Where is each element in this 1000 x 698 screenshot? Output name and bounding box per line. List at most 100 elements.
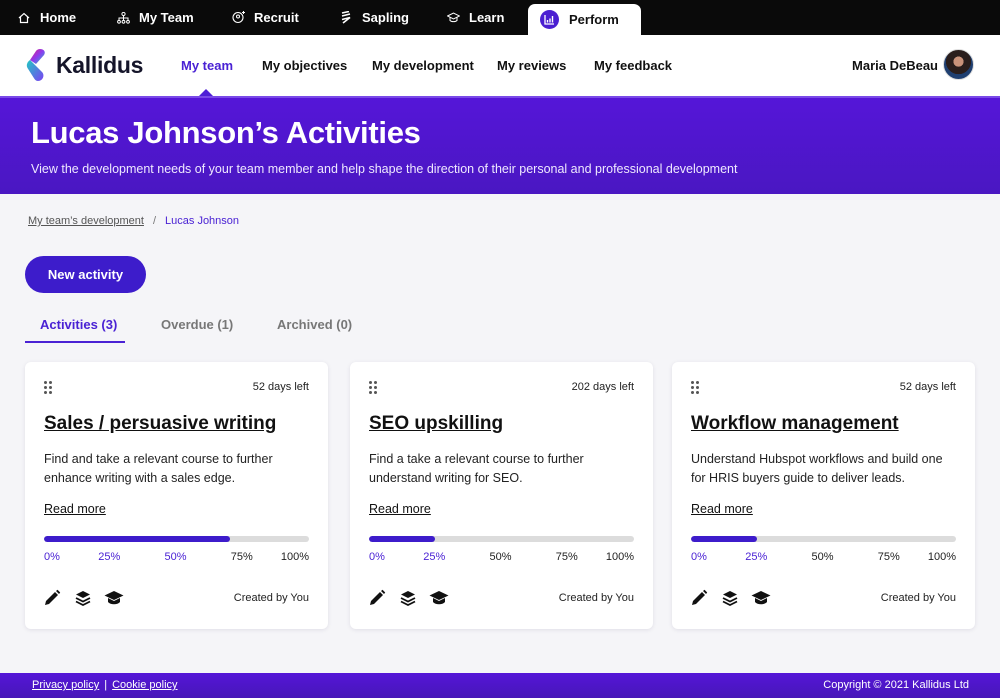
page-hero: Lucas Johnson’s Activities View the deve… [0, 96, 1000, 194]
layers-icon [400, 588, 416, 608]
activity-title-link[interactable]: Sales / persuasive writing [44, 413, 276, 435]
progress-tick-label: 50% [164, 551, 187, 563]
org-chart-icon [116, 11, 130, 25]
app-tab-home[interactable]: Home [17, 0, 76, 35]
activity-title-link[interactable]: SEO upskilling [369, 413, 503, 435]
app-tab-my-team[interactable]: My Team [116, 0, 194, 35]
progress-tick-label: 25% [745, 551, 768, 563]
progress-tick-label: 75% [555, 551, 578, 563]
learning-button[interactable] [751, 588, 776, 608]
tab-archived[interactable]: Archived (0) [277, 317, 352, 332]
progress-bar[interactable] [691, 536, 956, 542]
learning-button[interactable] [104, 588, 129, 608]
progress-ticks: 0% 25% 50% 75% 100% [691, 551, 956, 565]
breadcrumb-parent-link[interactable]: My team’s development [28, 215, 144, 227]
days-left: 202 days left [571, 381, 634, 393]
progress-ticks: 0% 25% 50% 75% 100% [369, 551, 634, 565]
recruit-icon [231, 11, 245, 25]
progress-tick-label: 25% [98, 551, 121, 563]
copyright: Copyright © 2021 Kallidus Ltd [823, 679, 969, 691]
read-more-link[interactable]: Read more [369, 502, 431, 516]
app-tab-learn[interactable]: Learn [446, 0, 504, 35]
progress-fill [691, 536, 758, 542]
tab-activities[interactable]: Activities (3) [40, 317, 117, 332]
nav-my-development[interactable]: My development [372, 58, 474, 73]
progress-tick-label: 50% [811, 551, 834, 563]
page-subtitle: View the development needs of your team … [31, 162, 738, 176]
card-actions [691, 588, 787, 608]
progress-tick-label: 100% [927, 551, 956, 563]
footer-links: Privacy policy | Cookie policy [32, 679, 178, 691]
app-tab-sapling[interactable]: Sapling [339, 0, 409, 35]
active-nav-indicator [199, 89, 213, 96]
activity-description: Find and take a relevant course to furth… [44, 452, 273, 485]
drag-handle-icon[interactable] [44, 381, 52, 394]
progress-bar[interactable] [44, 536, 309, 542]
progress-tick-label: 0% [369, 551, 385, 563]
app-tab-recruit[interactable]: Recruit [231, 0, 299, 35]
sapling-icon [339, 11, 353, 25]
edit-button[interactable] [691, 588, 714, 608]
read-more-link[interactable]: Read more [44, 502, 106, 516]
app-tab-label: Perform [569, 12, 619, 27]
logo-text: Kallidus [56, 51, 144, 78]
card-actions [369, 588, 465, 608]
user-avatar[interactable] [943, 49, 974, 80]
main-header: Kallidus My team My objectives My develo… [0, 35, 1000, 96]
edit-button[interactable] [44, 588, 67, 608]
privacy-policy-link[interactable]: Privacy policy [32, 679, 99, 691]
app-tab-label: Home [40, 10, 77, 25]
activity-description: Understand Hubspot workflows and build o… [691, 452, 943, 485]
activity-description: Find a take a relevant course to further… [369, 452, 584, 485]
home-icon [17, 11, 31, 25]
progress-tick-label: 75% [230, 551, 253, 563]
drag-handle-icon[interactable] [369, 381, 377, 394]
breadcrumb-separator: / [152, 215, 157, 227]
activity-title-link[interactable]: Workflow management [691, 413, 899, 435]
user-name[interactable]: Maria DeBeau [852, 58, 938, 73]
activity-card: 52 days left Workflow management Understan… [672, 362, 975, 629]
graduation-cap-icon [429, 588, 449, 608]
progress-tick-label: 0% [44, 551, 60, 563]
progress-tick-label: 25% [423, 551, 446, 563]
breadcrumb: My team’s development / Lucas Johnson [28, 215, 239, 227]
app-tab-label: Sapling [362, 10, 409, 25]
resources-button[interactable] [75, 588, 98, 608]
resources-button[interactable] [400, 588, 423, 608]
layers-icon [75, 588, 91, 608]
activity-card: 52 days left Sales / persuasive writing Fi… [25, 362, 328, 629]
pencil-icon [43, 588, 61, 608]
cookie-policy-link[interactable]: Cookie policy [112, 679, 177, 691]
breadcrumb-current: Lucas Johnson [165, 215, 240, 227]
app-tab-label: Learn [469, 10, 505, 25]
card-actions [44, 588, 140, 608]
progress-fill [369, 536, 436, 542]
progress-fill [44, 536, 230, 542]
created-by: Created by You [880, 592, 956, 604]
page-title: Lucas Johnson’s Activities [31, 115, 421, 150]
progress-tick-label: 0% [691, 551, 707, 563]
activity-card: 202 days left SEO upskilling Find a take a… [350, 362, 653, 629]
learning-button[interactable] [429, 588, 454, 608]
app-tab-perform[interactable]: Perform [528, 4, 641, 35]
progress-tick-label: 75% [877, 551, 900, 563]
days-left: 52 days left [252, 381, 309, 393]
progress-bar[interactable] [369, 536, 634, 542]
nav-my-team[interactable]: My team [181, 58, 233, 73]
new-activity-button[interactable]: New activity [25, 256, 146, 293]
drag-handle-icon[interactable] [691, 381, 699, 394]
nav-my-reviews[interactable]: My reviews [497, 58, 566, 73]
created-by: Created by You [233, 592, 309, 604]
kallidus-logo[interactable]: Kallidus [26, 48, 143, 82]
perform-chart-icon [540, 10, 559, 29]
graduation-cap-icon [446, 11, 460, 25]
edit-button[interactable] [369, 588, 392, 608]
resources-button[interactable] [722, 588, 745, 608]
read-more-link[interactable]: Read more [691, 502, 753, 516]
graduation-cap-icon [104, 588, 124, 608]
nav-my-objectives[interactable]: My objectives [262, 58, 347, 73]
active-tab-indicator [25, 341, 125, 343]
tab-overdue[interactable]: Overdue (1) [161, 317, 233, 332]
nav-my-feedback[interactable]: My feedback [594, 58, 672, 73]
progress-ticks: 0% 25% 50% 75% 100% [44, 551, 309, 565]
